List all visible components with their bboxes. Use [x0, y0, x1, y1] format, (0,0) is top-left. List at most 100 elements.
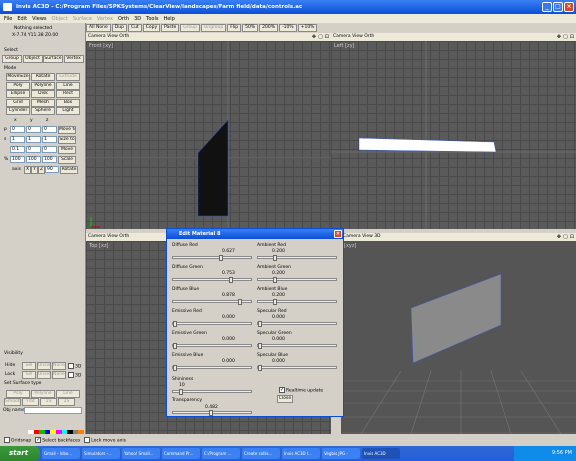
lock-unsel-button[interactable]: Unsel	[37, 371, 51, 379]
mode-polyline-button[interactable]: Polyline	[31, 81, 55, 90]
reset-view-icon[interactable]: ▢	[563, 233, 568, 241]
slider-thumb[interactable]	[209, 410, 213, 416]
size-to-input-y[interactable]: 1	[26, 136, 41, 143]
menu-file[interactable]: File	[4, 16, 12, 22]
toolbar-cut[interactable]: Cut	[127, 24, 142, 32]
slider-thumb[interactable]	[258, 343, 262, 349]
specular-blue-slider[interactable]	[257, 365, 337, 371]
mode-rect-button[interactable]: Rect	[56, 90, 80, 98]
taskbar-item[interactable]: Simulators -...	[82, 448, 120, 459]
hide-3d-checkbox[interactable]: 3D	[68, 363, 81, 370]
front-object[interactable]	[86, 41, 331, 229]
menu-edit[interactable]: Edit	[17, 16, 27, 22]
size-to-input-x[interactable]: 1	[10, 136, 25, 143]
move-by-input-z[interactable]: 0	[42, 146, 57, 153]
expand-view-icon[interactable]: ⊡	[325, 33, 329, 41]
transparency-slider[interactable]	[172, 410, 252, 416]
select-backfaces-checkbox[interactable]: ✓ Select backfaces	[35, 436, 80, 443]
specular-red-slider[interactable]	[257, 321, 337, 327]
toolbar-flip[interactable]: Flip	[227, 24, 242, 32]
slider-thumb[interactable]	[273, 277, 277, 283]
move-to-input-z[interactable]: 0	[42, 126, 57, 133]
maximize-button[interactable]: □	[553, 2, 563, 12]
lock-sel-button[interactable]: Sel	[22, 371, 36, 379]
select-surface-button[interactable]: Surface	[43, 55, 63, 63]
toolbar-200-[interactable]: 200%	[259, 24, 279, 32]
surface-poly-button[interactable]: Poly	[6, 390, 30, 398]
mode-rotate-button[interactable]: Rotate	[31, 73, 55, 81]
checkbox-icon[interactable]	[68, 363, 74, 369]
view-controls[interactable]: ✥ ▢ ⊡	[557, 233, 574, 241]
surface-smooth-button[interactable]: Smooth	[4, 398, 21, 406]
start-button[interactable]: start	[0, 446, 40, 461]
surface-flat-button[interactable]: Flat	[22, 398, 39, 406]
checkbox-icon[interactable]	[4, 436, 10, 443]
axis-option-x[interactable]: X	[24, 166, 31, 174]
rotate-button[interactable]: Rotate	[60, 166, 78, 174]
view-3d[interactable]: Camera View 3D ✥ ▢ ⊡ [xyz]	[341, 233, 576, 434]
view-header[interactable]: Camera View Orth	[331, 33, 576, 41]
mode-line-button[interactable]: Line	[56, 81, 80, 90]
slider-thumb[interactable]	[273, 299, 277, 305]
move-view-icon[interactable]: ✥	[557, 33, 561, 41]
view-front[interactable]: Camera View Orth ✥ ▢ ⊡ Front [xy]	[86, 33, 331, 229]
menu-vertex[interactable]: Vertex	[97, 16, 113, 22]
realtime-update-checkbox[interactable]: ✓ Realtime update	[279, 387, 323, 394]
emissive-red-slider[interactable]	[172, 321, 252, 327]
diffuse-blue-slider[interactable]	[172, 299, 252, 305]
emissive-blue-slider[interactable]	[172, 365, 252, 371]
slider-thumb[interactable]	[273, 255, 277, 261]
mode-sphere-button[interactable]: Sphere	[31, 107, 55, 115]
view-controls[interactable]: ✥ ▢ ⊡	[557, 33, 574, 41]
reset-view-icon[interactable]: ▢	[563, 33, 568, 41]
slider-thumb[interactable]	[179, 389, 183, 395]
close-button[interactable]: ×	[564, 2, 574, 12]
move-view-icon[interactable]: ✥	[557, 233, 561, 241]
move-to-input-x[interactable]: 0	[10, 126, 25, 133]
diffuse-red-slider[interactable]	[172, 255, 252, 261]
toolbar-dup[interactable]: Dup	[111, 24, 127, 32]
surface-line-button[interactable]: Line	[56, 390, 80, 398]
close-dialog-button[interactable]: Close	[277, 395, 293, 403]
select-object-button[interactable]: Object	[22, 55, 43, 63]
lock-move-axis-checkbox[interactable]: Lock move axis	[84, 436, 126, 443]
taskbar-item[interactable]: Yahoo! Small...	[122, 448, 160, 459]
hide-none-button[interactable]: None	[52, 362, 66, 370]
surface-2s-button[interactable]: 2S	[58, 398, 75, 406]
slider-thumb[interactable]	[229, 277, 233, 283]
toolbar-copy[interactable]: Copy	[142, 24, 161, 32]
toolbar-ungroup[interactable]: Ungroup	[200, 24, 227, 32]
checkbox-icon[interactable]	[84, 436, 91, 443]
axis-option-y[interactable]: Y	[31, 166, 38, 174]
ambient-green-slider[interactable]	[257, 277, 337, 283]
left-object[interactable]	[331, 41, 576, 229]
toolbar-50-[interactable]: 50%	[242, 24, 259, 32]
taskbar-item[interactable]: Invis AC3D	[362, 448, 400, 459]
select-vertex-button[interactable]: Vertex	[63, 55, 84, 63]
checkbox-icon[interactable]	[68, 372, 74, 378]
slider-thumb[interactable]	[258, 365, 262, 371]
hide-unsel-button[interactable]: Unsel	[37, 362, 51, 370]
lock-none-button[interactable]: None	[52, 371, 66, 379]
shininess-slider[interactable]	[172, 389, 252, 395]
size-to-input-z[interactable]: 1	[42, 136, 57, 143]
scale-input-y[interactable]: 100	[26, 156, 41, 163]
slider-thumb[interactable]	[219, 255, 223, 261]
menu-views[interactable]: Views	[32, 16, 46, 22]
view-header[interactable]: Camera View Orth	[86, 33, 331, 41]
move-by-button[interactable]: Move	[58, 146, 76, 154]
slider-thumb[interactable]	[258, 321, 262, 327]
mode-ellipse-button[interactable]: Ellipse	[6, 90, 30, 98]
slider-thumb[interactable]	[173, 365, 177, 371]
taskbar-item[interactable]: C:/Program ...	[202, 448, 240, 459]
view-left[interactable]: Camera View Orth ✥ ▢ ⊡ Left [zy]	[331, 33, 576, 229]
toolbar-group[interactable]: Group	[180, 24, 200, 32]
taskbar-item[interactable]: Invis AC3D I...	[282, 448, 320, 459]
menu-help[interactable]: Help	[163, 16, 174, 22]
toolbar--10-[interactable]: -10%	[279, 24, 297, 32]
move-view-icon[interactable]: ✥	[312, 33, 316, 41]
menu-surface[interactable]: Surface	[73, 16, 92, 22]
taskbar-item[interactable]: Command Pr...	[162, 448, 200, 459]
menu-3d[interactable]: 3D	[134, 16, 141, 22]
gridsnap-checkbox[interactable]: Gridsnap	[4, 436, 31, 443]
